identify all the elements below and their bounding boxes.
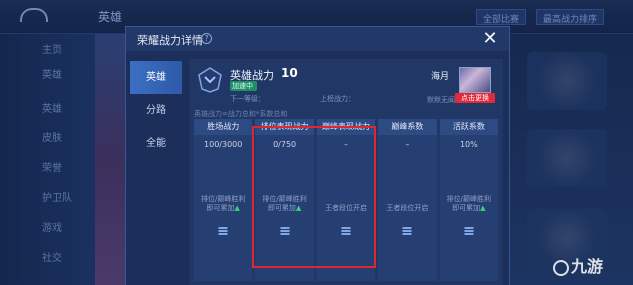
column-note: 王者段位开启 (378, 204, 436, 213)
formula-text: 英雄战力=战力总和*系数总和 (194, 110, 288, 118)
rank-emblem-icon (527, 52, 607, 110)
speed-badge: 加速中 (230, 81, 257, 91)
close-button[interactable]: ✕ (481, 30, 499, 48)
glory-power-dialog: 荣耀战力详情 ? ✕ 英雄 分路 全能 英雄战力 10 加速中 下一等级： 上榜… (125, 26, 510, 285)
power-columns: 胜场战力 100/3000 排位/巅峰胜利 即可累加▲ 排位表现战力 0/750… (194, 119, 499, 281)
sort-dropdown[interactable]: 最高战力排序 (536, 9, 605, 25)
watermark-text: 九游 (571, 257, 604, 276)
column-note-line: 排位/巅峰胜利 (201, 195, 246, 203)
filter-dropdown[interactable]: 全部比赛 (476, 9, 527, 25)
side-menu-item[interactable]: 英雄 (42, 66, 62, 81)
up-arrow-icon: ▲ (295, 204, 302, 212)
speed-badge-label: 加速中 (232, 82, 253, 90)
dialog-header: 荣耀战力详情 ? ✕ (126, 27, 509, 51)
column-activity-coefficient: 活跃系数 10% 排位/巅峰胜利 即可累加▲ (439, 119, 499, 281)
change-avatar-button[interactable]: 点击更换 (455, 93, 495, 103)
hero-power-panel: 英雄战力 10 加速中 下一等级： 上榜战力： 海月 默默无闻 点击更换 英雄战… (189, 59, 503, 285)
side-menu-item[interactable]: 荣誉 (42, 159, 62, 174)
column-rank-performance-power: 排位表现战力 0/750 排位/巅峰胜利 即可累加▲ (255, 119, 314, 281)
default-display-text: 默默无闻 (427, 96, 455, 104)
list-icon[interactable] (464, 227, 474, 236)
column-note-line: 排位/巅峰胜利 (446, 195, 491, 203)
list-icon[interactable] (341, 227, 351, 236)
back-icon[interactable] (20, 8, 48, 22)
hero-power-value: 10 (281, 66, 298, 80)
background-rank-panel (505, 34, 633, 285)
avatar[interactable] (459, 67, 491, 93)
column-note-line: 即可累加 (206, 204, 235, 212)
column-peak-performance-power: 巅峰表现战力 – 王者段位开启 (316, 119, 376, 281)
list-icon[interactable] (218, 227, 228, 236)
tab-hero[interactable]: 英雄 (130, 61, 182, 94)
column-value: – (405, 140, 410, 149)
column-note-line: 王者段位开启 (325, 204, 368, 212)
side-menu-item[interactable]: 护卫队 (42, 189, 72, 204)
dialog-title: 荣耀战力详情 (137, 34, 203, 47)
player-name: 海月 (431, 72, 450, 82)
list-icon[interactable] (402, 227, 412, 236)
watermark-logo-icon (553, 259, 569, 276)
column-header: 巅峰表现战力 (316, 119, 376, 135)
side-menu-item[interactable]: 英雄 (42, 100, 62, 115)
background-side-menu: 主页 英雄 英雄 皮肤 荣誉 护卫队 游戏 社交 (0, 34, 95, 285)
side-menu-item[interactable]: 皮肤 (42, 129, 62, 144)
column-value: 100/3000 (204, 140, 243, 149)
column-note: 排位/巅峰胜利 即可累加▲ (440, 195, 498, 213)
column-win-power: 胜场战力 100/3000 排位/巅峰胜利 即可累加▲ (194, 119, 253, 281)
up-arrow-icon: ▲ (480, 204, 486, 212)
side-menu-item[interactable]: 游戏 (42, 219, 62, 234)
next-tier-label: 下一等级： (230, 95, 265, 103)
column-note-line: 排位/巅峰胜利 (262, 195, 307, 203)
list-icon[interactable] (280, 227, 290, 236)
column-value: – (344, 140, 349, 149)
side-menu-item[interactable]: 社交 (42, 249, 62, 264)
column-value: 0/750 (273, 140, 297, 149)
hero-power-emblem-icon (198, 67, 222, 93)
column-peak-coefficient: 巅峰系数 – 王者段位开启 (378, 119, 437, 281)
help-icon[interactable]: ? (201, 33, 212, 44)
column-header: 活跃系数 (439, 119, 499, 135)
column-note: 排位/巅峰胜利 即可累加▲ (255, 195, 313, 213)
column-value: 10% (459, 140, 478, 149)
tab-all-round[interactable]: 全能 (130, 127, 182, 160)
tab-lane[interactable]: 分路 (130, 94, 182, 127)
watermark: 九游 (553, 253, 603, 277)
column-header: 巅峰系数 (378, 119, 437, 135)
column-note-line: 即可累加 (267, 204, 296, 212)
top-list-label: 上榜战力： (320, 95, 355, 103)
column-note: 王者段位开启 (317, 204, 375, 213)
column-header: 胜场战力 (194, 119, 253, 135)
dialog-tabs: 英雄 分路 全能 (130, 61, 182, 160)
rank-emblem-icon (527, 129, 607, 187)
column-note-line: 即可累加 (452, 204, 481, 212)
column-header: 排位表现战力 (255, 119, 314, 135)
column-note: 排位/巅峰胜利 即可累加▲ (194, 195, 252, 213)
column-note-line: 王者段位开启 (386, 204, 429, 212)
side-menu-item[interactable]: 主页 (42, 41, 62, 56)
up-arrow-icon: ▲ (234, 204, 240, 212)
background-title: 英雄 (98, 10, 123, 24)
